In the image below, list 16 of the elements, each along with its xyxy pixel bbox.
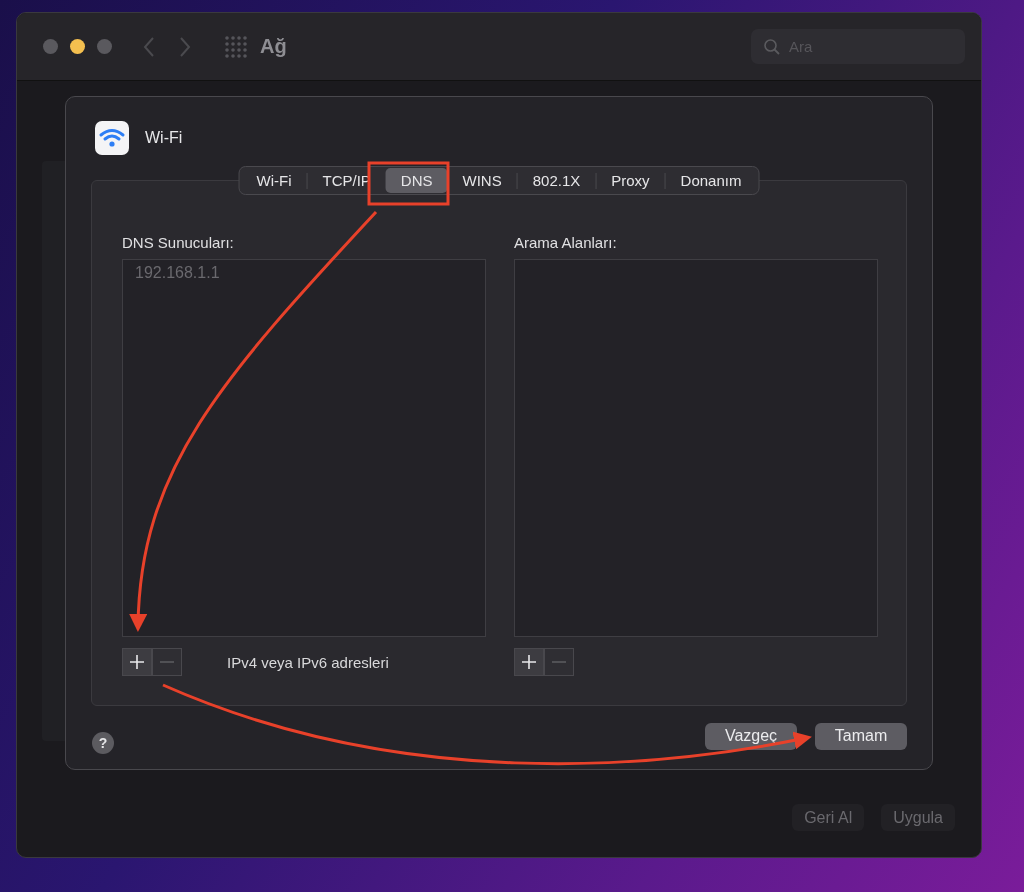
window-title: Ağ <box>260 35 287 58</box>
tab[interactable]: WINS <box>447 168 517 193</box>
tab[interactable]: Donanım <box>665 168 757 193</box>
dialog-title: Wi-Fi <box>145 129 183 147</box>
tab[interactable]: DNS <box>385 168 448 193</box>
list-label: DNS Sunucuları: <box>122 234 235 251</box>
list-label: Arama Alanları: <box>514 234 618 251</box>
list-box[interactable]: 192.168.1.1 <box>122 259 486 637</box>
list-entry[interactable]: 192.168.1.1 <box>135 264 473 282</box>
hint-text: IPv4 veya IPv6 adresleri <box>227 653 389 671</box>
help-button[interactable]: ? <box>92 732 114 754</box>
tab[interactable]: Wi-Fi <box>241 168 307 193</box>
dialog-button[interactable]: Vazgeç <box>705 722 797 750</box>
tab[interactable]: Proxy <box>596 168 665 193</box>
tab[interactable]: 802.1X <box>517 168 596 193</box>
dialog-button[interactable]: Tamam <box>815 722 907 750</box>
